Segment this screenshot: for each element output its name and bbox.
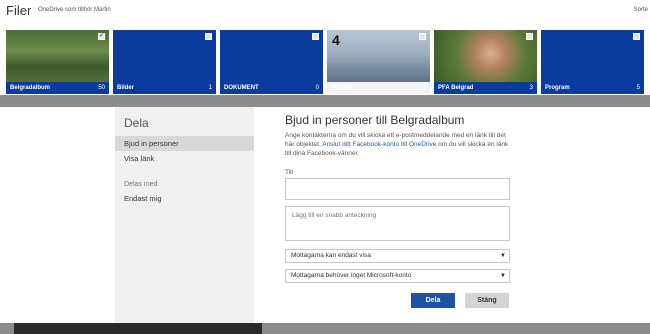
sidebar-item-show-link[interactable]: Visa länk [115, 151, 254, 166]
to-label: Till [285, 169, 294, 176]
connect-facebook-link[interactable]: Anslut ditt Facebook-konto till OneDrive [322, 141, 436, 148]
folder-tile[interactable]: Belgradalbum 50 [6, 30, 109, 94]
folder-tile[interactable]: Program 5 [541, 30, 644, 94]
owner-subtitle: OneDrive som tillhör Martin [38, 7, 111, 13]
share-main: Bjud in personer till Belgradalbum Ange … [254, 107, 650, 323]
tile-checkbox[interactable] [98, 31, 105, 40]
folder-name: Bilder [117, 85, 135, 91]
close-button[interactable]: Stäng [465, 293, 509, 308]
permission-select[interactable]: Mottagarna kan endast visa ▼ [285, 249, 510, 263]
shared-with-label: Delas med [124, 181, 158, 188]
account-requirement-select[interactable]: Mottagarna behöver inget Microsoft-konto… [285, 269, 510, 283]
top-bar: Filer OneDrive som tillhör Martin Sorte [0, 0, 650, 27]
tile-checkbox[interactable] [205, 33, 212, 40]
dropdown-arrow-icon: ▼ [500, 253, 506, 259]
folder-name: DOKUMENT [224, 85, 259, 91]
folder-name: Belgradalbum [10, 85, 51, 91]
folder-tiles: Belgradalbum 50 Bilder 1 DOKUMENT 0 4 Fi… [0, 27, 650, 95]
tile-checkbox[interactable] [312, 33, 319, 40]
folder-photo [434, 30, 537, 82]
share-sidebar: Dela Bjud in personer Visa länk Delas me… [115, 107, 254, 323]
folder-name: PFA Belgrad [438, 85, 474, 91]
folder-count: 1 [208, 85, 212, 91]
folder-tile[interactable]: 4 Finland 1 [327, 30, 430, 94]
recipients-input[interactable] [285, 178, 510, 200]
folder-count: 50 [98, 85, 105, 91]
folder-tile[interactable]: DOKUMENT 0 [220, 30, 323, 94]
tile-checkbox[interactable] [419, 33, 426, 40]
share-dialog: Dela Bjud in personer Visa länk Delas me… [0, 107, 650, 323]
folder-photo [327, 30, 430, 82]
folder-count: 1 [422, 85, 426, 91]
folder-count: 3 [529, 85, 533, 91]
account-select-value: Mottagarna behöver inget Microsoft-konto [291, 272, 412, 279]
folder-tile[interactable]: Bilder 1 [113, 30, 216, 94]
folder-name: Finland [331, 85, 353, 91]
app-title[interactable]: Filer [6, 3, 31, 18]
dialog-title: Bjud in personer till Belgradalbum [285, 113, 465, 127]
folder-tile[interactable]: PFA Belgrad 3 [434, 30, 537, 94]
shared-with-value: Endast mig [124, 194, 162, 203]
folder-photo [6, 30, 109, 82]
sidebar-item-invite-people[interactable]: Bjud in personer [115, 136, 254, 151]
permission-select-value: Mottagarna kan endast visa [291, 252, 371, 259]
share-button[interactable]: Dela [411, 293, 455, 308]
dialog-description: Ange kontakterna om du vill skicka ett e… [285, 131, 515, 158]
folder-count: 5 [636, 85, 640, 91]
sidebar-title: Dela [124, 116, 149, 130]
dropdown-arrow-icon: ▼ [500, 273, 506, 279]
folder-count: 0 [315, 85, 319, 91]
note-input[interactable] [285, 206, 510, 241]
item-count-badge: 4 [332, 32, 340, 48]
tile-checkbox[interactable] [633, 33, 640, 40]
background-photo [14, 322, 262, 334]
folder-name: Program [545, 85, 570, 91]
sort-button[interactable]: Sorte [634, 7, 648, 13]
tile-checkbox[interactable] [526, 33, 533, 40]
